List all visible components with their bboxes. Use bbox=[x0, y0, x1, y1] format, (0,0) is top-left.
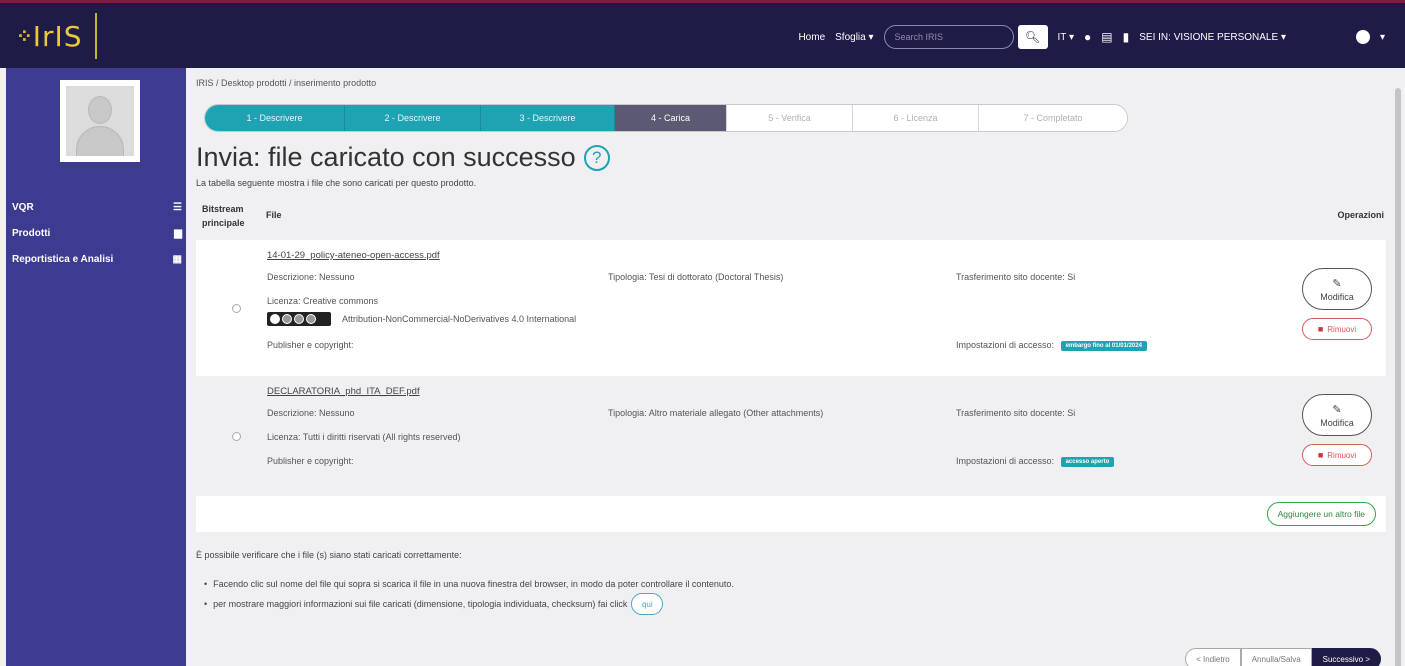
search-input[interactable] bbox=[883, 25, 1014, 49]
profile-photo[interactable] bbox=[60, 80, 140, 162]
file-license: Licenza: Tutti i diritti riservati (All … bbox=[267, 432, 461, 442]
page-scrollbar[interactable] bbox=[1391, 68, 1405, 666]
logo-text: IrIS bbox=[32, 19, 83, 53]
info-list: Facendo clic sul nome del file qui sopra… bbox=[204, 574, 734, 615]
file-publisher: Publisher e copyright: bbox=[267, 456, 354, 466]
scrollbar-thumb[interactable] bbox=[1395, 88, 1401, 666]
sidebar-item-label: Reportistica e Analisi bbox=[12, 254, 114, 265]
browse-menu[interactable]: Sfoglia ▾ bbox=[835, 32, 873, 43]
file-description: Descrizione: Nessuno bbox=[267, 408, 355, 418]
bullet-text: Facendo clic sul nome del file qui sopra… bbox=[213, 579, 734, 589]
table-footer: Aggiungere un altro file bbox=[196, 496, 1386, 532]
col-bitstream-line1: Bitstream bbox=[202, 204, 244, 214]
navbar-right: Home Sfoglia ▾ 🔍︎ IT ▾ ● ▤ ▮ SEI IN: VIS… bbox=[798, 3, 1385, 71]
file-transfer: Trasferimento sito docente: Si bbox=[956, 408, 1076, 418]
file-type: Tipologia: Altro materiale allegato (Oth… bbox=[608, 408, 824, 418]
access-status-badge: embargo fino al 01/01/2024 bbox=[1060, 340, 1147, 351]
view-mode-menu[interactable]: SEI IN: VISIONE PERSONALE ▾ bbox=[1139, 32, 1286, 43]
iris-logo[interactable]: ⁘ IrIS bbox=[16, 13, 97, 59]
col-bitstream-line2: principale bbox=[202, 218, 245, 228]
step-2[interactable]: 2 - Descrivere bbox=[345, 105, 481, 131]
user-menu-caret-icon[interactable]: ▾ bbox=[1380, 32, 1385, 43]
access-label: Impostazioni di accesso: bbox=[956, 340, 1055, 350]
table-row: DECLARATORIA_phd_ITA_DEF.pdf Descrizione… bbox=[196, 376, 1386, 496]
remove-button[interactable]: ■ Rimuovi bbox=[1302, 444, 1372, 466]
step-7: 7 - Completato bbox=[979, 105, 1127, 131]
remove-button[interactable]: ■ Rimuovi bbox=[1302, 318, 1372, 340]
file-access: Impostazioni di accesso: embargo fino al… bbox=[956, 340, 1147, 351]
primary-bitstream-radio[interactable] bbox=[232, 304, 241, 313]
page-subtitle: La tabella seguente mostra i file che so… bbox=[196, 178, 477, 188]
sidebar: VQR ☰ Prodotti ▆ Reportistica e Analisi … bbox=[6, 68, 186, 666]
file-publisher: Publisher e copyright: bbox=[267, 340, 354, 350]
file-name-link[interactable]: DECLARATORIA_phd_ITA_DEF.pdf bbox=[267, 386, 420, 397]
access-status-badge: accesso aperto bbox=[1060, 456, 1115, 467]
back-button[interactable]: < Indietro bbox=[1185, 648, 1241, 666]
info-text: È possibile verificare che i file (s) si… bbox=[196, 550, 462, 560]
list-icon: ☰ bbox=[173, 202, 182, 213]
sidebar-item-vqr[interactable]: VQR ☰ bbox=[12, 202, 182, 213]
wizard-steps: 1 - Descrivere 2 - Descrivere 3 - Descri… bbox=[204, 104, 1128, 132]
files-table-header: Bitstream principale File Operazioni bbox=[196, 194, 1386, 240]
access-label: Impostazioni di accesso: bbox=[956, 456, 1055, 466]
file-description: Descrizione: Nessuno bbox=[267, 272, 355, 282]
breadcrumb[interactable]: IRIS / Desktop prodotti / inserimento pr… bbox=[196, 78, 376, 88]
page-title: Invia: file caricato con successo ? bbox=[196, 142, 610, 173]
list-item: Facendo clic sul nome del file qui sopra… bbox=[204, 574, 734, 594]
help-circle-icon[interactable]: ● bbox=[1084, 30, 1091, 44]
cancel-save-button[interactable]: Annulla/Salva bbox=[1240, 648, 1312, 666]
details-here-button[interactable]: qui bbox=[631, 593, 664, 615]
col-file: File bbox=[266, 210, 282, 220]
edit-button-label: Modifica bbox=[1320, 291, 1354, 302]
bookmark-icon[interactable]: ▮ bbox=[1123, 30, 1130, 44]
top-navbar: ⁘ IrIS Home Sfoglia ▾ 🔍︎ IT ▾ ● ▤ ▮ SEI … bbox=[0, 0, 1405, 68]
remove-button-label: Rimuovi bbox=[1327, 450, 1357, 460]
step-4[interactable]: 4 - Carica bbox=[615, 105, 727, 131]
wizard-nav-buttons: < Indietro Annulla/Salva Successivo > bbox=[1185, 648, 1381, 666]
step-6: 6 - Licenza bbox=[853, 105, 979, 131]
edit-button[interactable]: ✎ Modifica bbox=[1302, 394, 1372, 436]
step-1[interactable]: 1 - Descrivere bbox=[205, 105, 345, 131]
trash-icon: ■ bbox=[1317, 324, 1324, 334]
page-title-text: Invia: file caricato con successo bbox=[196, 142, 576, 172]
step-5: 5 - Verifica bbox=[727, 105, 853, 131]
cc-license-badge-icon bbox=[267, 312, 331, 326]
search-icon[interactable]: 🔍︎ bbox=[1017, 25, 1048, 49]
file-license-detail: Attribution-NonCommercial-NoDerivatives … bbox=[342, 314, 577, 324]
avatar-placeholder-icon bbox=[66, 86, 134, 156]
trash-icon: ■ bbox=[1317, 450, 1324, 460]
main-content: IRIS / Desktop prodotti / inserimento pr… bbox=[186, 68, 1391, 666]
edit-button-label: Modifica bbox=[1320, 417, 1354, 428]
sidebar-item-prodotti[interactable]: Prodotti ▆ bbox=[12, 228, 182, 239]
add-file-button[interactable]: Aggiungere un altro file bbox=[1266, 502, 1376, 526]
file-access: Impostazioni di accesso: accesso aperto bbox=[956, 456, 1115, 467]
list-item: per mostrare maggiori informazioni sui f… bbox=[204, 593, 734, 615]
list-icon[interactable]: ▤ bbox=[1101, 30, 1112, 44]
sidebar-item-reportistica[interactable]: Reportistica e Analisi ▦ bbox=[12, 254, 182, 265]
next-button[interactable]: Successivo > bbox=[1311, 648, 1381, 666]
file-type: Tipologia: Tesi di dottorato (Doctoral T… bbox=[608, 272, 784, 282]
document-icon: ▆ bbox=[174, 228, 182, 239]
col-bitstream: Bitstream principale bbox=[202, 202, 245, 230]
file-name-link[interactable]: 14-01-29_policy-ateneo-open-access.pdf bbox=[267, 250, 440, 261]
col-operations: Operazioni bbox=[1337, 210, 1384, 220]
file-transfer: Trasferimento sito docente: Si bbox=[956, 272, 1076, 282]
logo-dots-icon: ⁘ bbox=[16, 25, 33, 48]
remove-button-label: Rimuovi bbox=[1327, 324, 1357, 334]
home-link[interactable]: Home bbox=[798, 32, 825, 43]
sidebar-item-label: Prodotti bbox=[12, 228, 51, 239]
sidebar-item-label: VQR bbox=[12, 202, 34, 213]
edit-button[interactable]: ✎ Modifica bbox=[1302, 268, 1372, 310]
bullet-text: per mostrare maggiori informazioni sui f… bbox=[213, 599, 628, 609]
table-row: 14-01-29_policy-ateneo-open-access.pdf D… bbox=[196, 240, 1386, 376]
table-icon: ▦ bbox=[172, 254, 182, 265]
file-license: Licenza: Creative commons bbox=[267, 296, 379, 306]
edit-icon: ✎ bbox=[1332, 403, 1342, 416]
help-icon[interactable]: ? bbox=[583, 144, 610, 171]
step-3[interactable]: 3 - Descrivere bbox=[481, 105, 615, 131]
user-avatar-icon[interactable] bbox=[1355, 30, 1370, 44]
language-menu[interactable]: IT ▾ bbox=[1058, 32, 1075, 43]
edit-icon: ✎ bbox=[1332, 277, 1342, 290]
primary-bitstream-radio[interactable] bbox=[232, 432, 241, 441]
